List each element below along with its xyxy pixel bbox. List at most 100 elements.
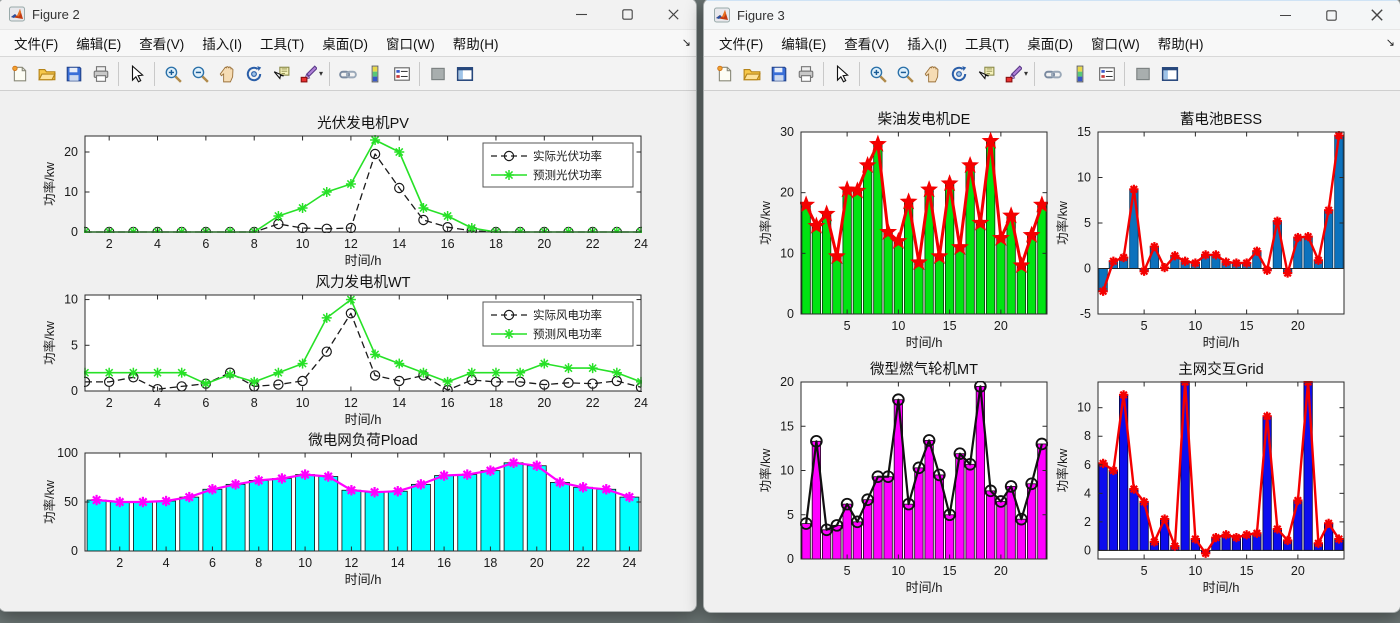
zoom-in-button[interactable] (864, 60, 891, 87)
menu-item-v[interactable]: 查看(V) (130, 29, 193, 57)
insert-colorbar-button[interactable] (1066, 60, 1093, 87)
brush-data-button[interactable] (999, 60, 1026, 87)
svg-text:16: 16 (441, 237, 455, 251)
menu-item-w[interactable]: 窗口(W) (1082, 29, 1149, 57)
svg-text:预测光伏功率: 预测光伏功率 (533, 168, 602, 182)
svg-text:4: 4 (163, 556, 170, 570)
svg-text:10: 10 (64, 185, 78, 199)
zoom-in-button[interactable] (159, 60, 186, 87)
print-figure-icon (92, 65, 110, 83)
toolbar-separator (419, 61, 421, 86)
save-figure-button[interactable] (60, 60, 87, 87)
new-figure-button[interactable] (6, 60, 33, 87)
svg-text:16: 16 (437, 556, 451, 570)
show-plot-tools-button[interactable] (1156, 60, 1183, 87)
svg-text:0: 0 (71, 225, 78, 239)
menu-item-i[interactable]: 插入(I) (898, 29, 956, 57)
figure3-canvas: 5 10 15 20 0 10 20 30 柴油发电机DE 时间/h 功率/kw 5 10 15 20 -5… (704, 91, 1400, 612)
figure3-titlebar[interactable]: Figure 3 (704, 0, 1400, 29)
svg-text:柴油发电机DE: 柴油发电机DE (878, 111, 971, 128)
menu-overflow-icon[interactable]: ↘ (682, 36, 691, 49)
minimize-button[interactable] (1262, 0, 1308, 30)
figure3-window: Figure 3 文件(F) 编辑(E) 查看(V) 插入(I) 工具(T) 桌面(D) 窗… (703, 0, 1400, 613)
open-file-button[interactable] (33, 60, 60, 87)
rotate-3d-button[interactable] (945, 60, 972, 87)
menu-item-h[interactable]: 帮助(H) (444, 29, 508, 57)
maximize-button[interactable] (1308, 0, 1354, 30)
menu-item-e[interactable]: 编辑(E) (772, 29, 835, 57)
data-cursor-button[interactable] (267, 60, 294, 87)
toolbar-separator (1034, 61, 1036, 86)
figure2-canvas: 2 4 6 8 10 12 14 16 18 20 22 24 0 10 20 光伏发电机PV 时间/h 功率/k… (0, 91, 696, 611)
svg-text:5: 5 (1141, 564, 1148, 578)
svg-text:时间/h: 时间/h (906, 335, 943, 350)
brush-data-button[interactable] (294, 60, 321, 87)
insert-legend-button[interactable] (388, 60, 415, 87)
close-button[interactable] (1354, 0, 1400, 30)
svg-text:18: 18 (489, 396, 503, 410)
menu-item-t[interactable]: 工具(T) (956, 29, 1018, 57)
pan-icon (218, 65, 236, 83)
pointer-icon (833, 65, 851, 83)
menu-item-i[interactable]: 插入(I) (193, 29, 251, 57)
pan-button[interactable] (213, 60, 240, 87)
menu-item-d[interactable]: 桌面(D) (313, 29, 377, 57)
insert-legend-button[interactable] (1093, 60, 1120, 87)
menu-item-f[interactable]: 文件(F) (710, 29, 772, 57)
save-figure-button[interactable] (765, 60, 792, 87)
pointer-button[interactable] (828, 60, 855, 87)
close-button[interactable] (650, 0, 696, 29)
new-figure-button[interactable] (711, 60, 738, 87)
zoom-out-button[interactable] (186, 60, 213, 87)
figure2-titlebar[interactable]: Figure 2 (0, 0, 696, 29)
chart-wt: 2 4 6 8 10 12 14 16 18 20 22 24 0 5 10 风力发电机WT 时间/h 功率/kw… (35, 271, 653, 431)
data-cursor-button[interactable] (972, 60, 999, 87)
svg-text:功率/kw: 功率/kw (759, 448, 773, 493)
svg-text:10: 10 (1077, 171, 1091, 185)
menu-overflow-icon[interactable]: ↘ (1386, 36, 1395, 49)
svg-text:12: 12 (344, 556, 358, 570)
menu-item-f[interactable]: 文件(F) (5, 29, 67, 57)
matlab-icon (8, 6, 26, 22)
rotate-3d-button[interactable] (240, 60, 267, 87)
svg-text:6: 6 (202, 396, 209, 410)
zoom-out-button[interactable] (891, 60, 918, 87)
svg-text:18: 18 (489, 237, 503, 251)
svg-text:10: 10 (298, 556, 312, 570)
hide-plot-tools-button[interactable] (1129, 60, 1156, 87)
menu-item-w[interactable]: 窗口(W) (377, 29, 444, 57)
link-plot-button[interactable] (334, 60, 361, 87)
pan-button[interactable] (918, 60, 945, 87)
svg-text:20: 20 (530, 556, 544, 570)
print-figure-button[interactable] (87, 60, 114, 87)
show-plot-tools-button[interactable] (451, 60, 478, 87)
svg-text:时间/h: 时间/h (345, 412, 382, 427)
menu-item-h[interactable]: 帮助(H) (1149, 29, 1213, 57)
chart-de: 5 10 15 20 0 10 20 30 柴油发电机DE 时间/h 功率/kw (759, 108, 1055, 354)
brush-dropdown-caret-icon[interactable]: ▾ (319, 69, 323, 78)
menu-item-v[interactable]: 查看(V) (835, 29, 898, 57)
data-cursor-icon (977, 65, 995, 83)
pointer-button[interactable] (123, 60, 150, 87)
brush-dropdown-caret-icon[interactable]: ▾ (1024, 69, 1028, 78)
minimize-button[interactable] (558, 0, 604, 29)
menu-item-d[interactable]: 桌面(D) (1018, 29, 1082, 57)
print-figure-icon (797, 65, 815, 83)
svg-text:15: 15 (943, 319, 957, 333)
svg-text:10: 10 (1188, 319, 1202, 333)
print-figure-button[interactable] (792, 60, 819, 87)
insert-colorbar-button[interactable] (361, 60, 388, 87)
menu-item-e[interactable]: 编辑(E) (67, 29, 130, 57)
open-file-button[interactable] (738, 60, 765, 87)
svg-text:0: 0 (71, 384, 78, 398)
link-plot-button[interactable] (1039, 60, 1066, 87)
hide-plot-tools-button[interactable] (424, 60, 451, 87)
figure3-toolbar: ▾ (704, 57, 1400, 91)
svg-text:15: 15 (780, 419, 794, 433)
new-figure-icon (716, 65, 734, 83)
maximize-button[interactable] (604, 0, 650, 29)
svg-text:15: 15 (1240, 564, 1254, 578)
zoom-in-icon (869, 65, 887, 83)
menu-item-t[interactable]: 工具(T) (251, 29, 313, 57)
svg-text:30: 30 (780, 125, 794, 139)
